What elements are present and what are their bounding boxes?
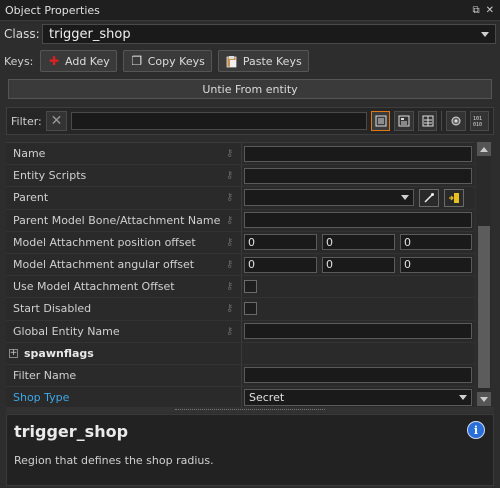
close-window-icon[interactable]: ✕ xyxy=(486,5,494,16)
pick-entity-icon[interactable] xyxy=(446,111,466,131)
global-entity-name-input[interactable] xyxy=(244,323,472,340)
property-name-label: Parent xyxy=(13,191,49,205)
property-row-shop-type: Shop Type Secret xyxy=(6,387,474,407)
view-text-icon[interactable] xyxy=(394,111,414,131)
parent-dropdown[interactable] xyxy=(244,189,414,207)
shop-type-value: Secret xyxy=(249,391,285,405)
filter-label: Filter: xyxy=(11,114,42,128)
parent-attachment-input[interactable] xyxy=(244,212,472,229)
property-name-label: Global Entity Name xyxy=(13,324,120,338)
chevron-down-icon xyxy=(401,195,409,201)
property-row-entity-scripts: Entity Scripts ⚷ xyxy=(6,165,474,188)
filter-input[interactable] xyxy=(71,112,368,130)
filter-name-input[interactable] xyxy=(244,367,472,384)
binary-icon[interactable]: 101 010 xyxy=(469,111,490,131)
property-row-spawnflags: + spawnflags xyxy=(6,343,474,365)
property-grid: Name ⚷ Entity Scripts ⚷ Parent ⚷ Parent … xyxy=(6,142,474,407)
copy-keys-label: Copy Keys xyxy=(147,54,205,68)
property-name-label: Start Disabled xyxy=(13,302,92,316)
scroll-thumb[interactable] xyxy=(478,226,490,388)
help-panel: trigger_shop i Region that defines the s… xyxy=(6,414,494,486)
property-row-global-entity-name: Global Entity Name ⚷ xyxy=(6,321,474,343)
property-name-label: Filter Name xyxy=(13,368,77,382)
position-offset-z-input[interactable]: 0 xyxy=(400,234,472,251)
position-offset-x-input[interactable]: 0 xyxy=(244,234,317,251)
key-icon: ⚷ xyxy=(226,325,234,337)
chevron-down-icon xyxy=(481,31,489,37)
select-parent-icon[interactable] xyxy=(444,188,464,207)
add-key-icon: ✚ xyxy=(48,54,60,68)
key-icon: ⚷ xyxy=(226,170,234,182)
use-attachment-offset-checkbox[interactable] xyxy=(244,280,257,294)
property-name-label: Name xyxy=(13,147,46,161)
key-icon: ⚷ xyxy=(226,214,234,226)
key-icon: ⚷ xyxy=(226,281,234,293)
angular-offset-z-input[interactable]: 0 xyxy=(400,256,472,273)
angular-offset-y-input[interactable]: 0 xyxy=(322,256,395,273)
property-name-label[interactable]: spawnflags xyxy=(24,347,94,360)
class-row: Class: trigger_shop xyxy=(4,23,496,45)
grid-scrollbar[interactable] xyxy=(477,142,491,406)
shop-type-dropdown[interactable]: Secret xyxy=(244,389,472,407)
property-name-label: Entity Scripts xyxy=(13,169,87,183)
filter-divider xyxy=(441,111,443,131)
class-dropdown[interactable]: trigger_shop xyxy=(42,24,496,44)
float-window-icon[interactable]: ⧉ xyxy=(472,5,479,16)
property-name-label: Model Attachment position offset xyxy=(13,235,196,249)
filter-bar: Filter: ✕ 101 010 xyxy=(6,107,494,135)
view-keyvalue-icon[interactable] xyxy=(417,111,438,131)
property-row-use-attachment-offset: Use Model Attachment Offset ⚷ xyxy=(6,276,474,299)
help-title: trigger_shop xyxy=(14,422,129,441)
angular-offset-x-input[interactable]: 0 xyxy=(244,256,317,273)
key-icon: ⚷ xyxy=(226,303,234,315)
window-titlebar: Object Properties ⧉ ✕ xyxy=(0,0,500,21)
class-label: Class: xyxy=(4,27,40,41)
entity-scripts-input[interactable] xyxy=(244,167,472,184)
property-row-parent: Parent ⚷ xyxy=(6,187,474,210)
chevron-down-icon xyxy=(459,395,467,401)
clear-filter-icon[interactable]: ✕ xyxy=(45,111,68,131)
copy-keys-button[interactable]: ❐ Copy Keys xyxy=(122,50,212,72)
view-list-icon[interactable] xyxy=(371,111,391,131)
property-row-filter-name: Filter Name xyxy=(6,365,474,388)
property-name-label: Shop Type xyxy=(13,391,70,405)
property-row-angular-offset: Model Attachment angular offset ⚷ 0 0 0 xyxy=(6,254,474,277)
paste-keys-button[interactable]: Paste Keys xyxy=(217,50,309,72)
property-row-position-offset: Model Attachment position offset ⚷ 0 0 0 xyxy=(6,232,474,254)
expand-plus-icon[interactable]: + xyxy=(9,348,18,358)
scroll-down-icon[interactable] xyxy=(477,392,491,406)
window-title: Object Properties xyxy=(5,3,100,17)
key-icon: ⚷ xyxy=(226,148,234,160)
window-controls: ⧉ ✕ xyxy=(472,5,500,16)
keys-row: Keys: ✚ Add Key ❐ Copy Keys Paste Keys xyxy=(4,50,309,72)
untie-from-entity-button[interactable]: Untie From entity xyxy=(8,79,492,99)
eyedropper-icon[interactable] xyxy=(419,188,439,207)
key-icon: ⚷ xyxy=(226,192,234,204)
info-icon[interactable]: i xyxy=(467,421,485,439)
help-description: Region that defines the shop radius. xyxy=(14,454,214,467)
paste-icon xyxy=(225,54,239,68)
key-icon: ⚷ xyxy=(226,259,234,271)
copy-icon: ❐ xyxy=(131,54,143,68)
property-row-start-disabled: Start Disabled ⚷ xyxy=(6,298,474,321)
property-row-name: Name ⚷ xyxy=(6,143,474,166)
paste-keys-label: Paste Keys xyxy=(242,54,302,68)
property-name-label: Use Model Attachment Offset xyxy=(13,280,175,294)
property-name-label: Model Attachment angular offset xyxy=(13,258,195,272)
position-offset-y-input[interactable]: 0 xyxy=(322,234,395,251)
keys-label: Keys: xyxy=(4,54,34,68)
svg-text:010: 010 xyxy=(473,122,482,127)
panel-splitter[interactable] xyxy=(6,407,494,413)
add-key-label: Add Key xyxy=(65,54,110,68)
name-input[interactable] xyxy=(244,145,472,162)
start-disabled-checkbox[interactable] xyxy=(244,302,257,316)
key-icon: ⚷ xyxy=(226,236,234,248)
property-name-label: Parent Model Bone/Attachment Name xyxy=(13,213,221,227)
property-row-parent-attachment: Parent Model Bone/Attachment Name ⚷ xyxy=(6,210,474,232)
scroll-up-icon[interactable] xyxy=(477,142,491,156)
add-key-button[interactable]: ✚ Add Key xyxy=(40,50,117,72)
class-value: trigger_shop xyxy=(49,26,131,42)
